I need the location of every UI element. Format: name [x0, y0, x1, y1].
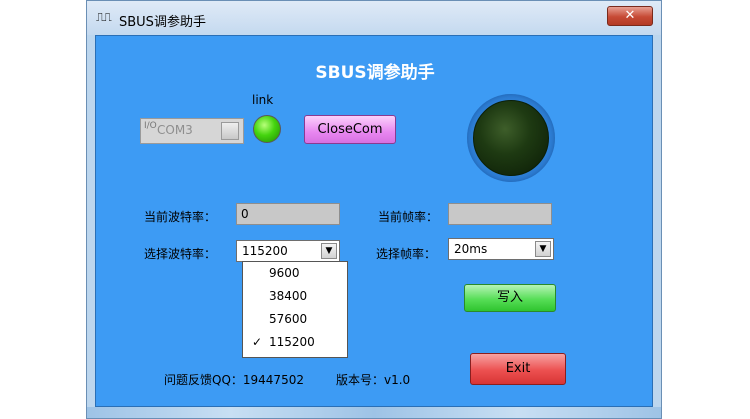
window-title: SBUS调参助手	[119, 15, 206, 30]
client-panel: SBUS调参助手 I/O COM3 link CloseCom 当前波特率： 0…	[95, 35, 653, 407]
com-port-value: COM3	[157, 123, 193, 137]
com-port-arrow[interactable]	[221, 122, 239, 140]
version-label: 版本号：v1.0	[336, 373, 411, 387]
io-icon: I/O	[144, 121, 157, 131]
baud-option-9600[interactable]: 9600	[243, 262, 347, 285]
frame-rate-selected: 20ms	[454, 242, 488, 256]
window-close-button[interactable]: ✕	[607, 6, 653, 26]
app-icon: ⎍⎍	[96, 10, 112, 24]
status-indicator-icon	[473, 100, 549, 176]
frame-rate-select[interactable]: 20ms ▼	[448, 238, 554, 260]
baud-option-57600[interactable]: 57600	[243, 308, 347, 331]
exit-button[interactable]: Exit	[470, 353, 566, 385]
title-bar[interactable]: ⎍⎍ SBUS调参助手 ✕	[87, 1, 661, 35]
link-label: link	[252, 93, 274, 107]
current-frame-label: 当前帧率：	[378, 210, 439, 224]
current-baud-field: 0	[236, 203, 340, 225]
baud-rate-options: 9600 38400 57600 ✓ 115200	[242, 261, 348, 358]
select-frame-label: 选择帧率：	[376, 247, 437, 261]
window-bottom-border	[87, 407, 661, 418]
link-led-icon	[253, 115, 281, 143]
feedback-qq: 问题反馈QQ：19447502	[164, 373, 304, 387]
app-heading: SBUS调参助手	[315, 63, 435, 83]
close-com-button[interactable]: CloseCom	[304, 115, 396, 144]
app-window: ⎍⎍ SBUS调参助手 ✕ SBUS调参助手 I/O COM3 link Clo…	[86, 0, 662, 419]
chevron-down-icon[interactable]: ▼	[321, 243, 337, 259]
current-frame-field	[448, 203, 552, 225]
baud-rate-selected: 115200	[242, 244, 288, 258]
write-button[interactable]: 写入	[464, 284, 556, 312]
current-baud-label: 当前波特率：	[144, 210, 217, 224]
checkmark-icon: ✓	[252, 335, 263, 349]
baud-option-115200[interactable]: ✓ 115200	[243, 331, 347, 354]
com-port-select[interactable]: I/O COM3	[140, 118, 244, 144]
select-baud-label: 选择波特率：	[144, 247, 217, 261]
baud-option-38400[interactable]: 38400	[243, 285, 347, 308]
baud-rate-select[interactable]: 115200 ▼	[236, 240, 340, 262]
chevron-down-icon[interactable]: ▼	[535, 241, 551, 257]
